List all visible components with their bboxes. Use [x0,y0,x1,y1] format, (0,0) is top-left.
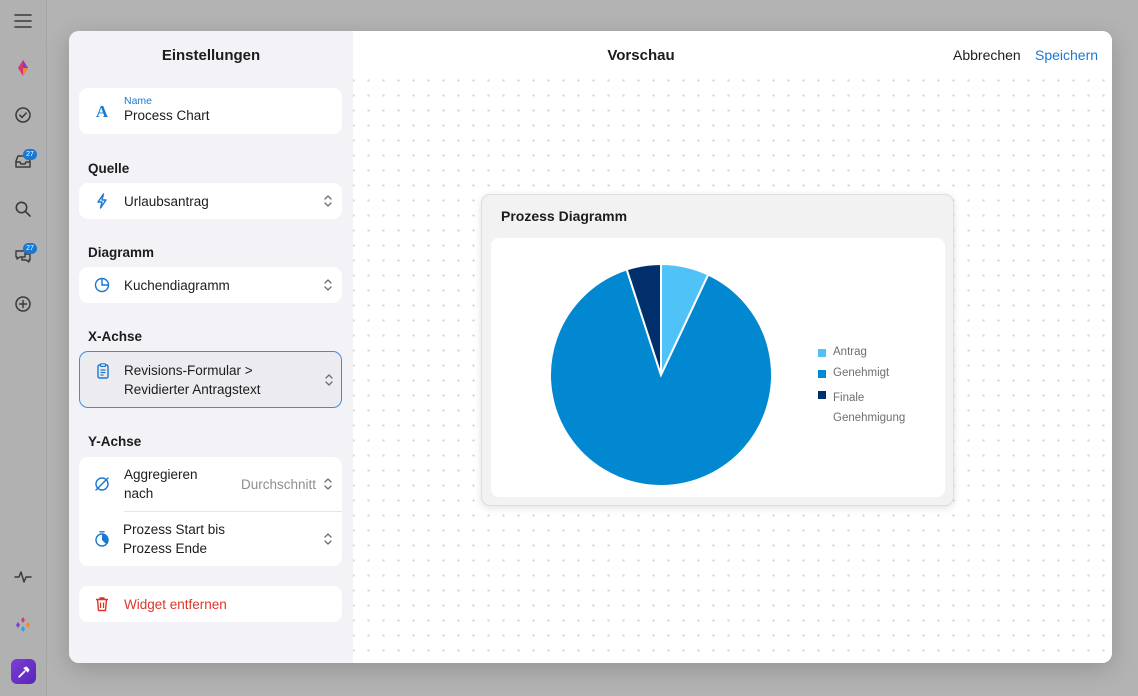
preview-title: Vorschau [607,47,675,64]
add-button[interactable] [8,289,38,319]
x-axis-section-label: X-Achse [88,329,143,344]
source-select[interactable]: Urlaubsantrag [79,183,342,219]
chart-widget[interactable]: Prozess Diagramm Antrag Genehmigt Finale G… [481,194,954,506]
x-axis-select[interactable]: Revisions-Formular > Revidierter Antrags… [79,351,342,408]
pie-chart [549,262,773,487]
preview-panel: Vorschau Abbrechen Speichern Prozess Dia… [353,31,1112,663]
legend-swatch [818,370,826,378]
legend-label: Genehmigt [833,367,890,379]
empty-set-icon [93,475,111,493]
clipboard-icon [94,362,112,380]
legend-swatch [818,391,826,399]
activity-button[interactable] [8,562,38,592]
source-section-label: Quelle [88,161,130,176]
sparkle-dots-icon [16,617,30,632]
widget-title: Prozess Diagramm [501,208,628,224]
name-value: Process Chart [124,108,210,123]
y-axis-section-label: Y-Achse [88,434,142,449]
widget-editor-modal: Einstellungen A Name Process Chart Quell… [69,31,1112,663]
legend-label: Antrag [833,346,867,358]
chart-area: Antrag Genehmigt Finale Genehmigung [491,238,945,497]
aggregate-value: Durchschnitt [240,476,316,492]
pie-chart-icon [93,276,111,294]
source-value: Urlaubsantrag [124,193,209,209]
menu-button[interactable] [8,6,38,36]
settings-panel: Einstellungen A Name Process Chart Quell… [69,31,353,663]
chevron-up-down-icon [324,195,332,207]
name-label: Name [124,95,153,107]
chevron-up-down-icon [324,279,332,291]
logo-button[interactable] [8,53,38,83]
cancel-button[interactable]: Abbrechen [953,47,1021,63]
chevron-up-down-icon [325,373,333,386]
chat-badge: 27 [23,243,37,254]
save-button[interactable]: Speichern [1035,47,1098,63]
search-icon [15,201,31,217]
hammer-icon [17,665,30,678]
diamond-logo-icon [18,60,28,76]
metric-label-line1: Prozess Start bis [123,522,226,537]
x-axis-value-line1: Revisions-Formular > [124,363,253,378]
legend-swatch [818,349,826,357]
aggregate-label-line1: Aggregieren [124,467,198,482]
builder-app-button[interactable] [11,659,36,684]
chart-section-label: Diagramm [88,245,155,260]
name-field[interactable]: A Name Process Chart [79,88,342,134]
trash-icon [93,595,111,613]
legend-label: Finale Genehmigung [833,392,906,424]
inbox-button[interactable]: 27 [8,147,38,177]
x-axis-value-line2: Revidierter Antragstext [124,382,261,397]
check-circle-icon [15,107,31,123]
metric-select[interactable]: Prozess Start bis Prozess Ende [79,512,342,566]
chart-type-select[interactable]: Kuchendiagramm [79,267,342,303]
preview-header: Vorschau Abbrechen Speichern [353,31,1112,79]
settings-title: Einstellungen [161,47,261,64]
chevron-up-down-icon [324,533,332,545]
legend-item[interactable]: Finale Genehmigung [818,388,938,428]
y-axis-card: Aggregieren nach Durchschnitt Prozess St… [79,457,342,566]
metric-label-line2: Prozess Ende [123,541,208,556]
hamburger-icon [14,14,32,28]
legend-item[interactable]: Genehmigt [818,367,938,388]
chart-legend: Antrag Genehmigt Finale Genehmigung [818,346,938,428]
remove-widget-button[interactable]: Widget entfernen [79,586,342,622]
chevron-up-down-icon [324,478,332,490]
tasks-button[interactable] [8,100,38,130]
aggregate-label-line2: nach [124,486,154,501]
stopwatch-icon [93,530,111,548]
bolt-icon [93,192,111,210]
text-format-icon: A [93,102,111,120]
legend-item[interactable]: Antrag [818,346,938,367]
search-button[interactable] [8,194,38,224]
remove-widget-label: Widget entfernen [124,596,227,612]
activity-pulse-icon [14,571,32,583]
plus-circle-icon [15,296,31,312]
brand-button[interactable] [8,609,38,639]
aggregate-select[interactable]: Aggregieren nach Durchschnitt [79,457,342,511]
chat-button[interactable]: 27 [8,241,38,271]
svg-text:A: A [96,102,109,120]
inbox-badge: 27 [23,149,37,160]
chart-type-value: Kuchendiagramm [124,277,230,293]
app-sidebar: 27 27 [0,0,47,696]
